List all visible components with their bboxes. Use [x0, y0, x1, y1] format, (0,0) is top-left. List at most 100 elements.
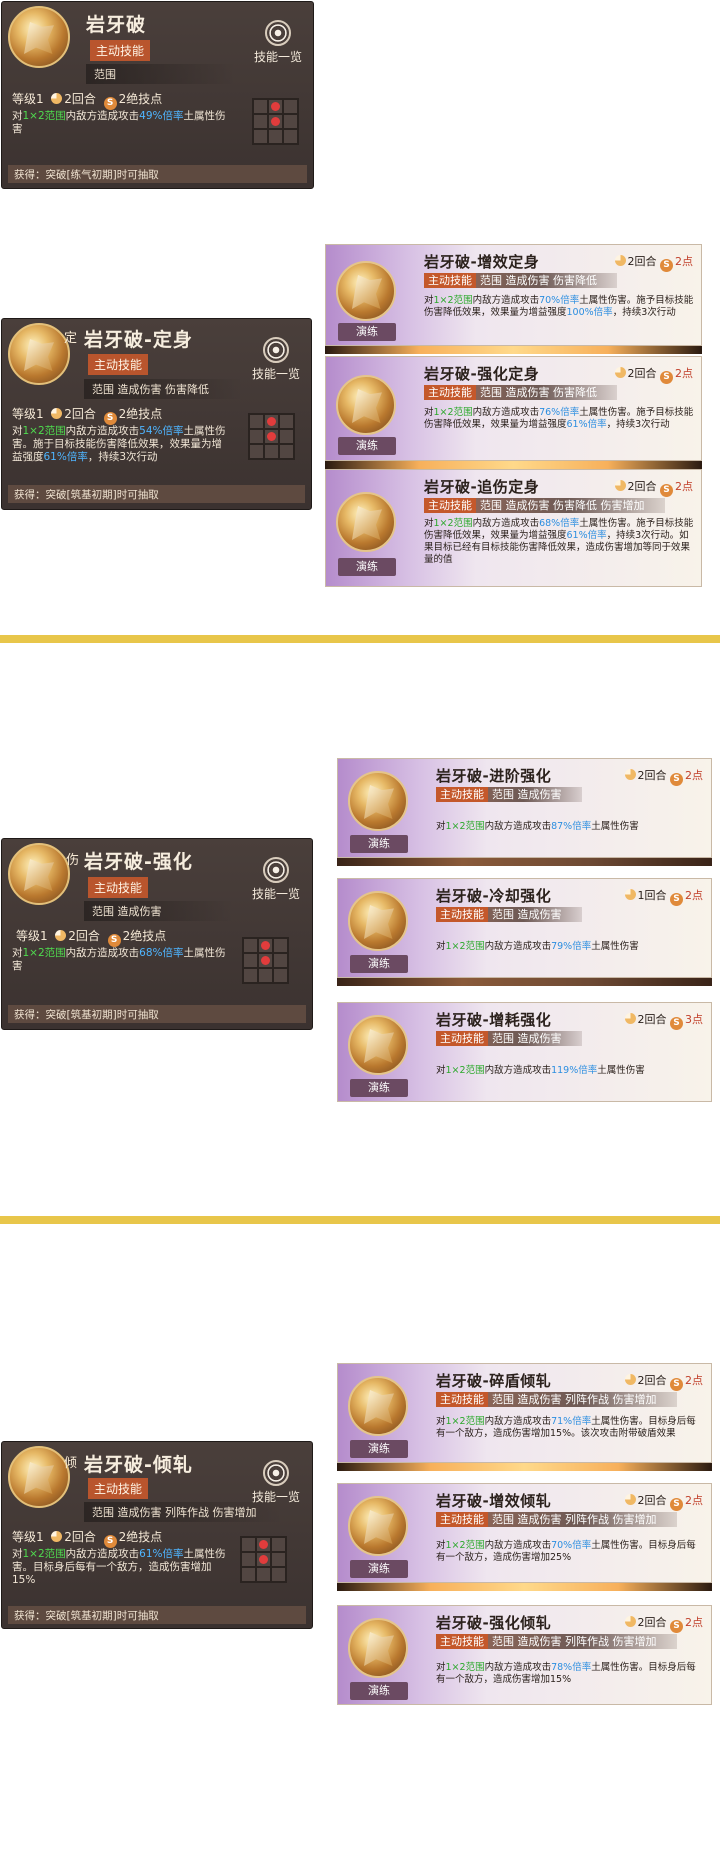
variant-title: 岩牙破-增效定身 — [424, 253, 540, 271]
variant-description: 对1×2范围内敌方造成攻击76%倍率土属性伤害。施予目标技能伤害降低效果，效果量… — [424, 407, 694, 430]
variant-card[interactable]: 演练 岩牙破-强化定身 2回合 S 2点 主动技能 范围 造成伤害 伤害降低 对1×… — [325, 356, 702, 461]
skill-description: 对1×2范围内敌方造成攻击61%倍率土属性伤害。目标身后每有一个敌方，造成伤害增… — [12, 1548, 226, 1586]
variant-cost: 2回合 S 2点 — [614, 365, 693, 384]
card-separator — [337, 1463, 712, 1471]
section-divider — [0, 1216, 720, 1224]
skill-icon — [348, 1618, 408, 1678]
active-skill-badge: 主动技能 — [88, 877, 149, 898]
card-separator — [337, 978, 712, 986]
range-tags: 范围 — [86, 64, 236, 84]
obtain-info: 获得：突破[筑基初期]时可抽取 — [8, 1606, 306, 1624]
variant-title: 岩牙破-增效倾轧 — [436, 1492, 552, 1510]
variant-list: 演练 岩牙破-碎盾倾轧 2回合 S 2点 主动技能 范围 造成伤害 列阵作战 伤害增… — [337, 1363, 712, 1705]
variant-description: 对1×2范围内敌方造成攻击78%倍率土属性伤害。目标身后每有一个敌方，造成伤害增… — [436, 1662, 696, 1685]
skill-icon — [348, 1015, 408, 1075]
variant-card[interactable]: 演练 岩牙破-碎盾倾轧 2回合 S 2点 主动技能 范围 造成伤害 列阵作战 伤害增… — [337, 1363, 712, 1463]
variant-tags: 主动技能 范围 造成伤害 伤害降低 — [424, 273, 617, 288]
train-button[interactable]: 演练 — [350, 1079, 408, 1097]
variant-tags: 主动技能 范围 造成伤害 — [436, 1031, 582, 1046]
active-skill-badge: 主动技能 — [88, 354, 149, 375]
variant-description: 对1×2范围内敌方造成攻击87%倍率土属性伤害 — [436, 821, 639, 832]
skill-icon — [8, 843, 70, 905]
train-button[interactable]: 演练 — [350, 955, 408, 973]
skill-tag-char: 定 — [64, 331, 78, 346]
skill-tag-char: 倾 — [64, 1456, 78, 1471]
variant-cost: 1回合 S 2点 — [624, 887, 703, 906]
variant-list: 演练 岩牙破-进阶强化 2回合 S 2点 主动技能 范围 造成伤害 对1×2范围内敌… — [337, 758, 712, 1102]
skill-card-immobilize: 定 岩牙破-定身 主动技能 范围 造成伤害 伤害降低 技能一览 等级1 2回合 … — [1, 318, 312, 510]
train-button[interactable]: 演练 — [350, 1440, 408, 1458]
point-coin-icon: S — [107, 934, 121, 947]
train-button[interactable]: 演练 — [338, 437, 396, 455]
range-grid — [242, 937, 289, 984]
variant-card[interactable]: 演练 岩牙破-进阶强化 2回合 S 2点 主动技能 范围 造成伤害 对1×2范围内敌… — [337, 758, 712, 858]
variant-tags: 主动技能 范围 造成伤害 — [436, 907, 582, 922]
level-line: 等级1 2回合 S 2绝技点 — [16, 929, 167, 947]
overview-emblem-icon — [257, 331, 295, 369]
variant-tags: 主动技能 范围 造成伤害 — [436, 787, 582, 802]
variant-card[interactable]: 演练 岩牙破-增效倾轧 2回合 S 2点 主动技能 范围 造成伤害 列阵作战 伤害增… — [337, 1483, 712, 1583]
variant-title: 岩牙破-强化倾轧 — [436, 1614, 552, 1632]
range-tags: 范围 造成伤害 列阵作战 伤害增加 — [84, 1502, 284, 1522]
skill-tag-char: 伤 — [66, 853, 80, 868]
train-button[interactable]: 演练 — [350, 835, 408, 853]
train-button[interactable]: 演练 — [338, 323, 396, 341]
level-line: 等级1 2回合 S 2绝技点 — [12, 407, 163, 425]
variant-title: 岩牙破-强化定身 — [424, 365, 540, 383]
skill-title: 岩牙破-强化 — [84, 851, 193, 873]
range-grid — [240, 1536, 287, 1583]
turn-icon — [51, 93, 63, 104]
variant-title: 岩牙破-追伤定身 — [424, 478, 540, 496]
variant-card[interactable]: 演练 岩牙破-冷却强化 1回合 S 2点 主动技能 范围 造成伤害 对1×2范围内敌… — [337, 878, 712, 978]
range-grid — [248, 413, 295, 460]
active-skill-badge: 主动技能 — [88, 1478, 149, 1499]
obtain-info: 获得：突破[练气初期]时可抽取 — [8, 165, 307, 183]
skill-icon — [348, 1496, 408, 1556]
variant-card[interactable]: 演练 岩牙破-追伤定身 2回合 S 2点 主动技能 范围 造成伤害 伤害降低 伤害增… — [325, 469, 702, 587]
train-button[interactable]: 演练 — [338, 558, 396, 576]
point-coin-icon: S — [103, 1535, 117, 1548]
variant-card[interactable]: 演练 岩牙破-增效定身 2回合 S 2点 主动技能 范围 造成伤害 伤害降低 对1×… — [325, 244, 702, 346]
turn-icon — [55, 930, 67, 941]
skill-icon — [336, 492, 396, 552]
variant-tags: 主动技能 范围 造成伤害 列阵作战 伤害增加 — [436, 1634, 677, 1649]
skill-overview-button[interactable]: 技能一览 — [252, 851, 300, 902]
skill-icon — [8, 1446, 70, 1508]
turn-icon — [51, 408, 63, 419]
variant-tags: 主动技能 范围 造成伤害 列阵作战 伤害增加 — [436, 1392, 677, 1407]
variant-cost: 2回合 S 2点 — [624, 1614, 703, 1633]
card-separator — [337, 1583, 712, 1591]
variant-cost: 2回合 S 2点 — [614, 253, 693, 272]
variant-cost: 2回合 S 3点 — [624, 1011, 703, 1030]
skill-icon — [336, 375, 396, 435]
variant-tags: 主动技能 范围 造成伤害 列阵作战 伤害增加 — [436, 1512, 677, 1527]
skill-overview-button[interactable]: 技能一览 — [252, 331, 300, 382]
variant-description: 对1×2范围内敌方造成攻击70%倍率土属性伤害。施予目标技能伤害降低效果，效果量… — [424, 295, 694, 318]
range-tags: 范围 造成伤害 — [84, 901, 234, 921]
variant-cost: 2回合 S 2点 — [614, 478, 693, 497]
variant-tags: 主动技能 范围 造成伤害 伤害降低 伤害增加 — [424, 498, 665, 513]
variant-tags: 主动技能 范围 造成伤害 伤害降低 — [424, 385, 617, 400]
range-grid — [252, 98, 299, 145]
skill-overview-button[interactable]: 技能一览 — [254, 14, 302, 65]
skill-title: 岩牙破 — [86, 14, 147, 36]
variant-description: 对1×2范围内敌方造成攻击71%倍率土属性伤害。目标身后每有一个敌方，造成伤害增… — [436, 1416, 696, 1439]
level-line: 等级1 2回合 S 2绝技点 — [12, 1530, 163, 1548]
variant-title: 岩牙破-冷却强化 — [436, 887, 552, 905]
skill-icon — [348, 891, 408, 951]
variant-card[interactable]: 演练 岩牙破-强化倾轧 2回合 S 2点 主动技能 范围 造成伤害 列阵作战 伤害增… — [337, 1605, 712, 1705]
variant-cost: 2回合 S 2点 — [624, 767, 703, 786]
skill-title: 岩牙破-定身 — [84, 329, 193, 351]
skill-overview-button[interactable]: 技能一览 — [252, 1454, 300, 1505]
variant-card[interactable]: 演练 岩牙破-增耗强化 2回合 S 3点 主动技能 范围 造成伤害 对1×2范围内敌… — [337, 1002, 712, 1102]
overview-emblem-icon — [257, 851, 295, 889]
train-button[interactable]: 演练 — [350, 1682, 408, 1700]
variant-description: 对1×2范围内敌方造成攻击79%倍率土属性伤害 — [436, 941, 639, 952]
train-button[interactable]: 演练 — [350, 1560, 408, 1578]
skill-icon — [8, 323, 70, 385]
skill-icon — [348, 771, 408, 831]
variant-description: 对1×2范围内敌方造成攻击68%倍率土属性伤害。施予目标技能伤害降低效果，效果量… — [424, 518, 694, 565]
card-separator — [337, 858, 712, 866]
skill-icon — [348, 1376, 408, 1436]
point-coin-icon: S — [103, 97, 117, 110]
